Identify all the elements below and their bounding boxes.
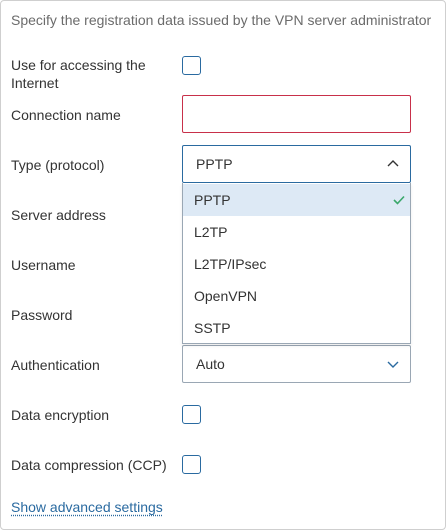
panel-description: Specify the registration data issued by …: [11, 12, 432, 28]
protocol-option[interactable]: SSTP: [183, 312, 410, 344]
type-select-value: PPTP: [196, 156, 233, 172]
data-encryption-checkbox[interactable]: [182, 405, 201, 424]
option-label: L2TP: [194, 224, 228, 240]
option-label: OpenVPN: [194, 288, 258, 304]
chevron-up-icon: [387, 160, 399, 167]
username-label: Username: [11, 257, 76, 273]
data-compression-checkbox[interactable]: [182, 455, 201, 474]
server-address-label: Server address: [11, 207, 106, 223]
protocol-option[interactable]: L2TP: [183, 216, 410, 248]
password-label: Password: [11, 307, 73, 323]
connection-name-label: Connection name: [11, 107, 121, 123]
check-icon: [393, 195, 405, 205]
internet-checkbox[interactable]: [182, 56, 201, 75]
show-advanced-settings-link[interactable]: Show advanced settings: [11, 499, 163, 515]
connection-name-input[interactable]: [182, 95, 411, 133]
authentication-select[interactable]: Auto: [182, 345, 411, 383]
authentication-select-value: Auto: [196, 356, 225, 372]
data-compression-label: Data compression (CCP): [11, 457, 167, 473]
option-label: PPTP: [194, 192, 231, 208]
type-label: Type (protocol): [11, 157, 105, 173]
option-label: SSTP: [194, 320, 231, 336]
chevron-down-icon: [387, 361, 399, 368]
internet-label: Use for accessing the Internet: [11, 57, 146, 91]
option-label: L2TP/IPsec: [194, 256, 267, 272]
protocol-option[interactable]: L2TP/IPsec: [183, 248, 410, 280]
protocol-option[interactable]: OpenVPN: [183, 280, 410, 312]
protocol-dropdown: PPTP L2TP L2TP/IPsec OpenVPN SSTP: [182, 183, 411, 344]
data-encryption-label: Data encryption: [11, 407, 110, 423]
type-select[interactable]: PPTP: [182, 145, 411, 183]
protocol-option[interactable]: PPTP: [183, 184, 410, 216]
authentication-label: Authentication: [11, 357, 100, 373]
